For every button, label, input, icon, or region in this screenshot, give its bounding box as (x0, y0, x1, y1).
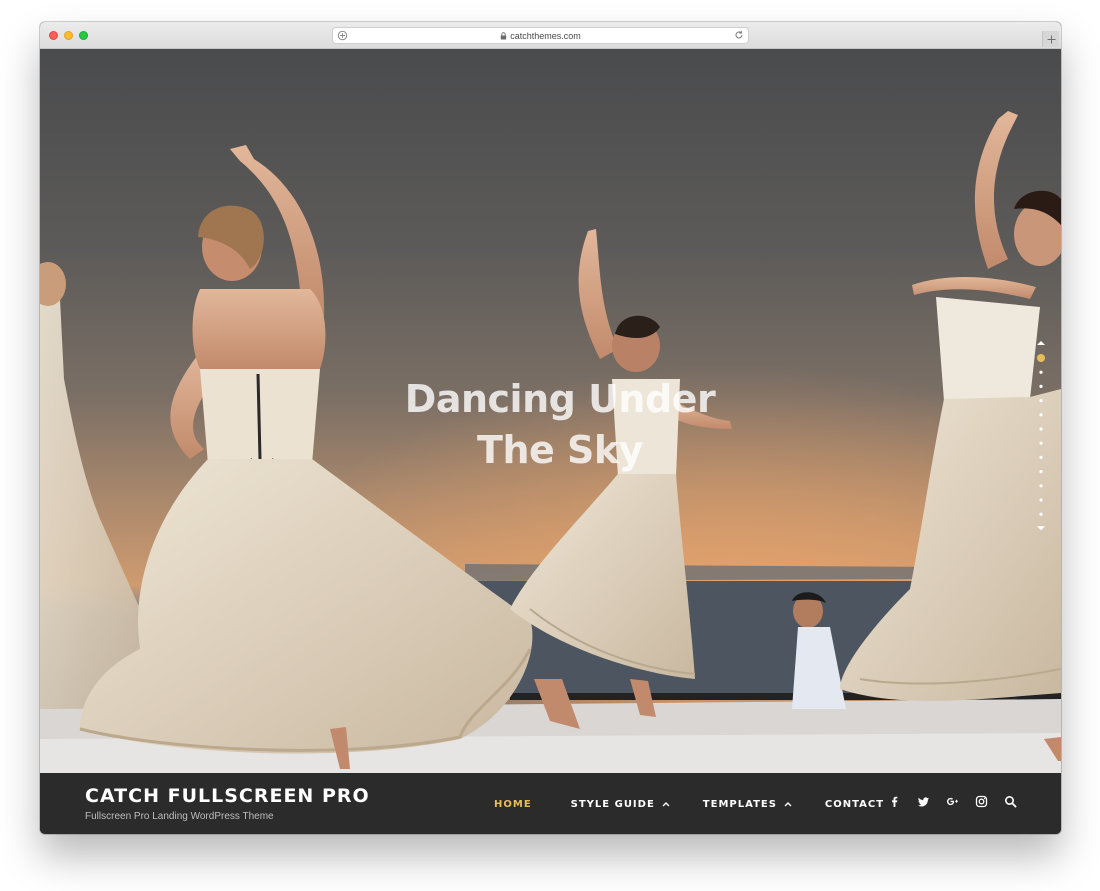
social-links (888, 795, 1017, 808)
nav-item-label: TEMPLATES (702, 798, 777, 810)
close-window-button[interactable] (49, 31, 58, 40)
address-bar[interactable]: catchthemes.com (332, 27, 749, 44)
slide-pagination[interactable] (1034, 340, 1048, 560)
hero-title: Dancing Under The Sky (350, 374, 770, 476)
url-text: catchthemes.com (510, 30, 581, 41)
nav-item-contact[interactable]: CONTACT (825, 799, 884, 810)
facebook-icon[interactable] (888, 795, 901, 808)
reload-icon[interactable] (733, 29, 745, 41)
site-tagline: Fullscreen Pro Landing WordPress Theme (85, 811, 274, 822)
nav-item-home[interactable]: HOME (494, 799, 532, 810)
slide-dot[interactable] (1039, 441, 1043, 445)
slide-dot[interactable] (1039, 384, 1043, 388)
chevron-up-icon (784, 802, 792, 807)
new-tab-plus-icon (1047, 35, 1055, 43)
slide-prev-arrow[interactable] (1037, 341, 1045, 345)
nav-item-label: STYLE GUIDE (570, 798, 655, 810)
slide-dot[interactable] (1039, 470, 1043, 474)
nav-item-label: CONTACT (824, 798, 885, 810)
zoom-window-button[interactable] (79, 31, 88, 40)
hero-slider: Dancing Under The Sky (40, 49, 1061, 773)
twitter-icon[interactable] (917, 795, 930, 808)
nav-item-style-guide[interactable]: STYLE GUIDE (571, 799, 670, 810)
window-controls (49, 31, 88, 40)
search-icon[interactable] (1004, 795, 1017, 808)
slide-dot-active[interactable] (1037, 354, 1045, 362)
slide-dot[interactable] (1039, 413, 1043, 417)
minimize-window-button[interactable] (64, 31, 73, 40)
google-plus-icon[interactable] (946, 795, 959, 808)
instagram-icon[interactable] (975, 795, 988, 808)
hero-title-line-2: The Sky (477, 428, 643, 472)
slide-dot[interactable] (1039, 512, 1043, 516)
privacy-icon[interactable] (337, 30, 348, 41)
browser-window: catchthemes.com Dancing Under The Sky CA… (40, 22, 1061, 834)
slide-dot[interactable] (1039, 484, 1043, 488)
site-header: CATCH FULLSCREEN PRO Fullscreen Pro Land… (40, 773, 1061, 834)
chevron-up-icon (662, 802, 670, 807)
slide-dot[interactable] (1039, 427, 1043, 431)
slide-dot[interactable] (1039, 498, 1043, 502)
site-title[interactable]: CATCH FULLSCREEN PRO (85, 785, 370, 807)
hero-title-line-1: Dancing Under (404, 377, 716, 421)
main-navigation: HOME STYLE GUIDE TEMPLATES CONTACT (494, 797, 884, 811)
slide-next-arrow[interactable] (1037, 526, 1045, 531)
nav-item-templates[interactable]: TEMPLATES (703, 799, 792, 810)
new-tab-button[interactable] (1042, 31, 1059, 47)
browser-toolbar: catchthemes.com (40, 22, 1061, 49)
slide-dot[interactable] (1039, 370, 1043, 374)
slide-dot[interactable] (1039, 455, 1043, 459)
nav-item-label: HOME (494, 798, 532, 810)
lock-icon (501, 31, 507, 39)
slide-dot[interactable] (1039, 399, 1043, 403)
